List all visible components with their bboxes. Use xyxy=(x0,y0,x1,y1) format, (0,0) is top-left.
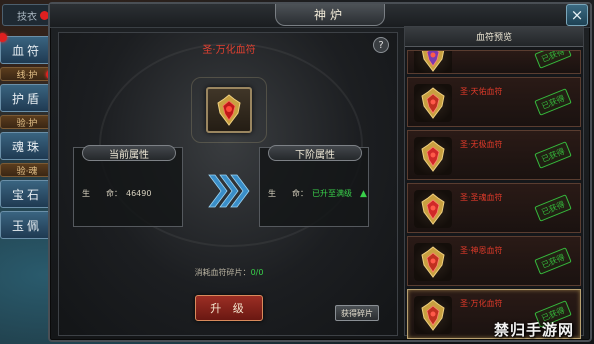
upgrade-arrows-icon xyxy=(207,171,251,211)
charm-list-item[interactable]: 圣·无极血符 已获得 xyxy=(407,130,581,180)
charm-name: 圣·圣魂血符 xyxy=(460,193,503,202)
consume-info: 消耗血符碎片：0/0 xyxy=(59,267,399,278)
blood-charm-icon xyxy=(414,243,452,281)
notification-dot-icon xyxy=(0,33,7,42)
close-icon: × xyxy=(570,6,584,24)
blood-charm-icon xyxy=(217,94,241,126)
charm-name: 圣·神恩血符 xyxy=(460,246,503,255)
side-tab-label: 验·护 xyxy=(16,118,38,129)
up-arrow-icon: ▲ xyxy=(360,188,367,199)
blood-charm-icon xyxy=(414,190,452,228)
current-attr-row: 生 命： 46490 xyxy=(82,188,151,199)
attr-value: 已升至满级 xyxy=(312,189,352,198)
charm-name: 圣·万化血符 xyxy=(460,299,503,308)
get-fragments-button[interactable]: 获得碎片 xyxy=(335,305,379,321)
charm-list-item[interactable]: 圣·神恩血符 已获得 xyxy=(407,236,581,286)
side-tab-sub-1[interactable]: 线·护 xyxy=(0,67,55,81)
side-tab-hunzhu[interactable]: 魂珠 xyxy=(0,132,54,160)
side-tab-list: 血符 线·护 护盾 验·护 魂珠 验·魂 宝石 玉佩 xyxy=(0,33,55,239)
side-tab-label: 玉佩 xyxy=(11,218,42,233)
blood-charm-icon xyxy=(414,51,452,73)
current-item-slot[interactable] xyxy=(206,87,252,133)
side-tab-xuefu[interactable]: 血符 xyxy=(0,33,54,64)
side-tab-label: 线·护 xyxy=(16,70,38,81)
consume-count: 0/0 xyxy=(250,268,264,277)
side-tab-yupei[interactable]: 玉佩 xyxy=(0,211,54,239)
charm-name: 圣·天佑血符 xyxy=(460,87,503,96)
upgrade-button[interactable]: 升 级 xyxy=(195,295,263,321)
help-icon[interactable]: ? xyxy=(373,37,389,53)
blood-charm-icon xyxy=(414,137,452,175)
attr-label: 生 命： xyxy=(82,189,122,198)
side-tab-sub-2[interactable]: 验·护 xyxy=(0,115,54,129)
obtained-stamp: 已获得 xyxy=(534,51,572,69)
attr-value: 46490 xyxy=(126,189,152,198)
current-attr-heading: 当前属性 xyxy=(82,145,176,161)
charm-name: 圣·无极血符 xyxy=(460,140,503,149)
consume-label: 消耗血符碎片： xyxy=(194,268,251,277)
blood-charm-icon xyxy=(414,296,452,334)
list-title: 血符预览 xyxy=(405,27,583,47)
top-left-tab[interactable]: 技衣 xyxy=(2,4,52,26)
next-attr-row: 生 命： 已升至满级 ▲ xyxy=(268,188,367,199)
title-bar: 神炉 × xyxy=(50,4,590,28)
side-tab-baoshi[interactable]: 宝石 xyxy=(0,180,54,208)
side-tab-label: 验·魂 xyxy=(16,166,38,177)
furnace-item-title: 圣·万化血符 xyxy=(202,45,256,56)
side-tab-label: 宝石 xyxy=(11,187,42,202)
obtained-stamp: 已获得 xyxy=(534,88,572,116)
side-tab-sub-3[interactable]: 验·魂 xyxy=(0,163,54,177)
obtained-stamp: 已获得 xyxy=(534,247,572,275)
side-tab-label: 护盾 xyxy=(11,91,42,106)
close-button[interactable]: × xyxy=(566,4,588,26)
window-title: 神炉 xyxy=(275,4,385,26)
watermark: 禁归手游网 xyxy=(493,320,574,339)
current-attr-box: 当前属性 生 命： 46490 xyxy=(73,145,183,227)
side-tab-label: 血符 xyxy=(11,43,42,58)
next-attr-box: 下阶属性 生 命： 已升至满级 ▲ xyxy=(259,145,369,227)
side-tab-hudun[interactable]: 护盾 xyxy=(0,84,54,112)
furnace-panel: 圣·万化血符 ? 当前属性 生 命： 46490 下阶属性 生 命： 已升至满级… xyxy=(58,32,398,336)
top-left-tab-label: 技衣 xyxy=(17,11,37,23)
charm-list-item[interactable]: 已获得 xyxy=(407,50,581,74)
shenlu-window: 神炉 × 圣·万化血符 ? 当前属性 生 命： 46490 下阶属性 生 命： … xyxy=(48,2,592,342)
attr-label: 生 命： xyxy=(268,189,308,198)
charm-list-item[interactable]: 圣·圣魂血符 已获得 xyxy=(407,183,581,233)
obtained-stamp: 已获得 xyxy=(534,141,572,169)
next-attr-heading: 下阶属性 xyxy=(268,145,362,161)
obtained-stamp: 已获得 xyxy=(534,194,572,222)
charm-preview-list: 血符预览 已获得 圣·天佑血符 已获得 圣·无极血符 已获得 圣·圣魂血符 已获得 圣·神恩血… xyxy=(404,26,584,339)
charm-list-item[interactable]: 圣·天佑血符 已获得 xyxy=(407,77,581,127)
side-tab-label: 魂珠 xyxy=(11,139,42,154)
blood-charm-icon xyxy=(414,84,452,122)
